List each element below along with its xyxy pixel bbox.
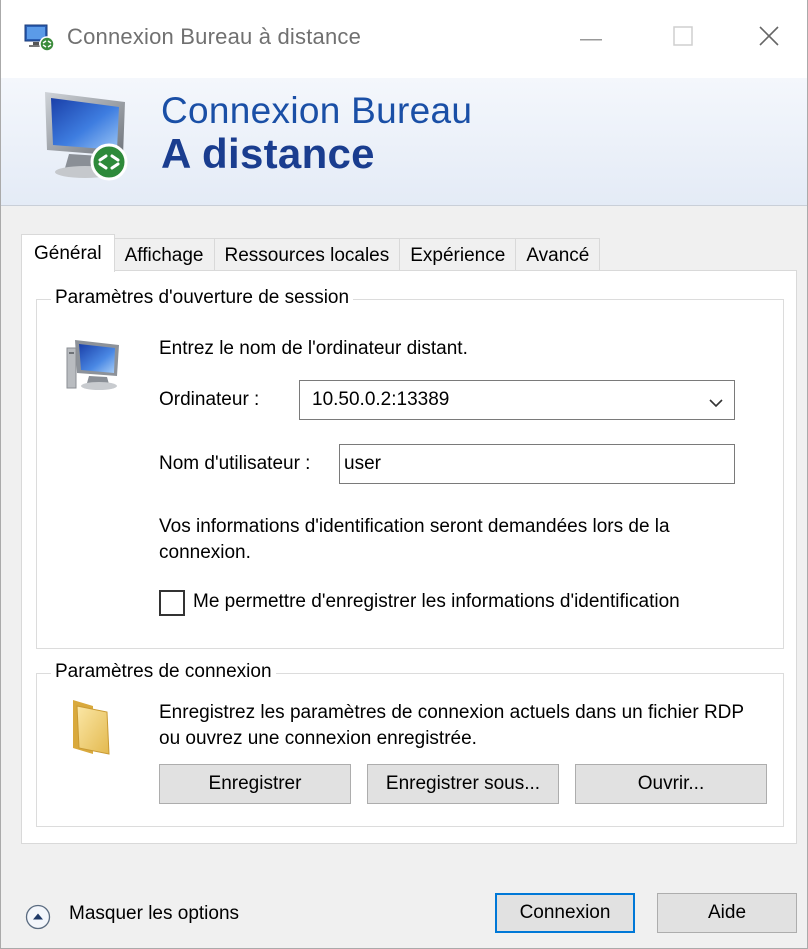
tab-local-resources[interactable]: Ressources locales [213,238,401,272]
remote-desktop-icon [24,22,56,52]
computer-icon [65,336,125,392]
instruction-text: Entrez le nom de l'ordinateur distant. [159,338,468,359]
title-bar[interactable]: Connexion Bureau à distance [1,0,807,78]
connect-button[interactable]: Connexion [495,893,635,933]
save-credentials-label[interactable]: Me permettre d'enregistrer les informati… [193,591,680,613]
banner-subtitle: A distance [161,130,375,177]
window-title: Connexion Bureau à distance [67,24,362,49]
maximize-button[interactable] [653,10,713,66]
chevron-up-circle-icon[interactable] [25,904,51,930]
tab-panel-general: Paramètres d'ouverture de session Entrez… [21,270,797,844]
maximize-icon [673,25,693,51]
open-button[interactable]: Ouvrir... [575,764,767,804]
save-as-button[interactable]: Enregistrer sous... [367,764,559,804]
banner-title: Connexion Bureau [161,90,473,131]
group-title: Paramètres d'ouverture de session [51,287,354,309]
close-button[interactable] [739,10,799,66]
folder-icon [67,696,115,756]
help-button[interactable]: Aide [657,893,797,933]
minimize-icon [580,29,602,47]
connection-description: Enregistrez les paramètres de connexion … [159,702,744,749]
tab-experience[interactable]: Expérience [399,238,517,272]
computer-combobox[interactable]: 10.50.0.2:13389 [299,380,735,420]
close-icon [758,25,780,52]
remote-desktop-icon [39,86,139,186]
username-input[interactable]: user [339,444,735,484]
tab-bar: Général Affichage Ressources locales Exp… [21,234,601,272]
tab-display[interactable]: Affichage [113,238,215,272]
tab-advanced[interactable]: Avancé [515,238,601,272]
tab-general[interactable]: Général [21,234,115,272]
banner: Connexion Bureau A distance [1,78,807,206]
credentials-note: Vos informations d'identification seront… [159,516,670,563]
logon-settings-group: Paramètres d'ouverture de session Entrez… [36,287,784,649]
save-button[interactable]: Enregistrer [159,764,351,804]
username-label: Nom d'utilisateur : [159,453,311,474]
minimize-button[interactable] [561,10,621,66]
remote-desktop-window: Connexion Bureau à distance Connexion Bu… [0,0,808,949]
connection-settings-group: Paramètres de connexion Enregistrez les … [36,661,784,827]
hide-options-link[interactable]: Masquer les options [69,903,239,925]
chevron-down-icon[interactable] [708,393,724,408]
computer-label: Ordinateur : [159,389,260,410]
computer-value: 10.50.0.2:13389 [312,389,450,410]
group-title: Paramètres de connexion [51,661,276,683]
save-credentials-checkbox[interactable] [159,590,185,616]
